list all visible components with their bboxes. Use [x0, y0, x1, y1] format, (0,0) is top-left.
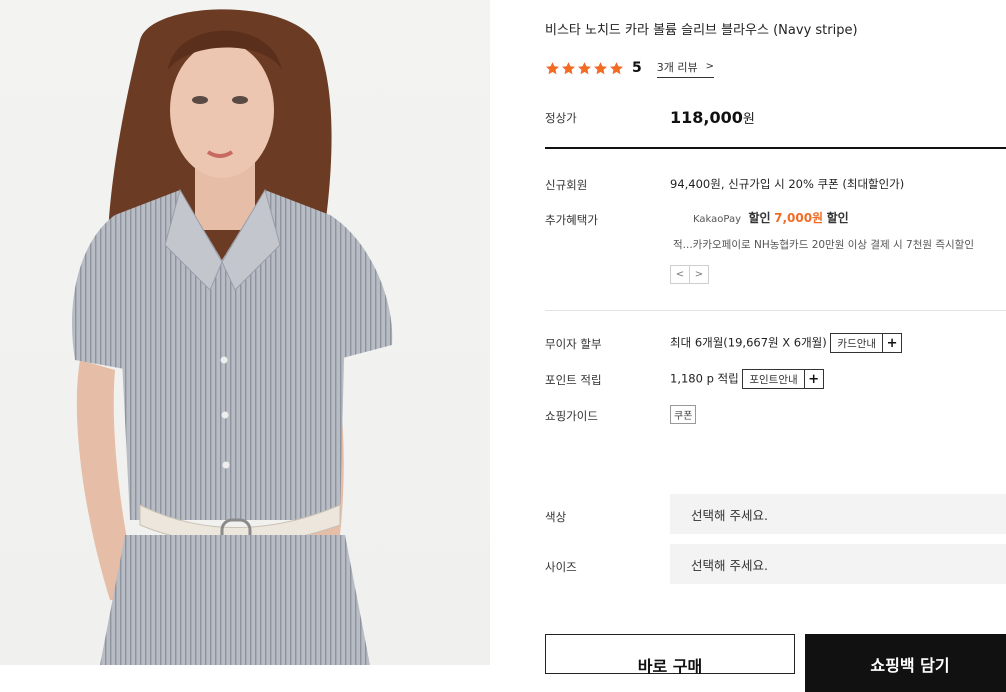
product-info-panel: 비스타 노치드 카라 볼륨 슬리브 블라우스 (Navy stripe) 5 3… — [545, 0, 1006, 692]
color-select[interactable]: 선택해 주세요. — [670, 494, 1006, 534]
member-price-label: 신규회원 — [545, 178, 588, 192]
product-photo — [0, 0, 490, 665]
card-info-button[interactable]: 카드안내 + — [830, 333, 903, 353]
chevron-right-icon: > — [705, 61, 714, 72]
coupon-tag[interactable]: 쿠폰 — [670, 405, 697, 424]
extra-benefit-label: 추가혜택가 — [545, 213, 598, 227]
member-price-text: 94,400원, 신규가입 시 20% 쿠폰 (최대할인가) — [670, 177, 905, 191]
section-divider — [545, 310, 1006, 311]
pager-next-button[interactable]: > — [689, 265, 709, 284]
rating-stars — [545, 61, 624, 76]
regular-price-unit: 원 — [742, 112, 755, 127]
kakaopay-discount-word: 할인 — [748, 211, 771, 225]
points-row: 1,180 p 적립 포인트안내 + — [670, 369, 824, 389]
points-info-button[interactable]: 포인트안내 + — [742, 369, 824, 389]
shopping-guide-label: 쇼핑가이드 — [545, 409, 598, 423]
add-to-bag-button[interactable]: 쇼핑백 담기 — [805, 634, 1006, 692]
installment-label: 무이자 할부 — [545, 337, 602, 351]
star-icon — [546, 61, 559, 74]
points-label: 포인트 적립 — [545, 373, 602, 387]
regular-price-label: 정상가 — [545, 111, 577, 125]
product-title: 비스타 노치드 카라 볼륨 슬리브 블라우스 (Navy stripe) — [545, 23, 858, 38]
star-icon — [594, 61, 607, 74]
star-icon — [610, 61, 623, 74]
kakaopay-description: 적...카카오페이로 NH농협카드 20만원 이상 결제 시 7천원 즉시할인 — [673, 239, 975, 251]
kakaopay-discount-amount: 7,000원 — [774, 211, 824, 225]
benefit-pager: < > — [670, 265, 709, 284]
pager-prev-button[interactable]: < — [670, 265, 690, 284]
kakaopay-discount-word-2: 할인 — [826, 211, 849, 225]
plus-icon: + — [882, 334, 901, 352]
buy-now-button[interactable]: 바로 구매 — [545, 634, 795, 676]
rating-row: 5 3개 리뷰 > — [545, 57, 714, 79]
review-count-label: 3개 리뷰 — [656, 60, 698, 74]
price-divider — [545, 147, 1006, 149]
installment-text: 최대 6개월(19,667원 X 6개월) — [670, 335, 827, 350]
regular-price-value: 118,000 — [670, 108, 743, 127]
size-select[interactable]: 선택해 주세요. — [670, 544, 1006, 584]
review-count-link[interactable]: 3개 리뷰 > — [656, 59, 714, 78]
kakaopay-benefit: KakaoPay 할인 7,000원 할인 — [693, 209, 849, 226]
plus-icon: + — [803, 370, 823, 388]
size-option-label: 사이즈 — [545, 560, 577, 574]
star-icon — [562, 61, 575, 74]
points-text: 1,180 p 적립 — [670, 371, 739, 386]
kakaopay-logo: KakaoPay — [693, 214, 741, 225]
model-illustration — [71, 9, 393, 665]
star-icon — [578, 61, 591, 74]
regular-price: 118,000원 — [670, 108, 755, 127]
installment-row: 최대 6개월(19,667원 X 6개월) 카드안내 + — [670, 333, 903, 353]
card-info-label: 카드안내 — [837, 337, 877, 350]
color-option-label: 색상 — [545, 510, 567, 524]
rating-score: 5 — [632, 60, 642, 76]
points-info-label: 포인트안내 — [749, 373, 798, 386]
